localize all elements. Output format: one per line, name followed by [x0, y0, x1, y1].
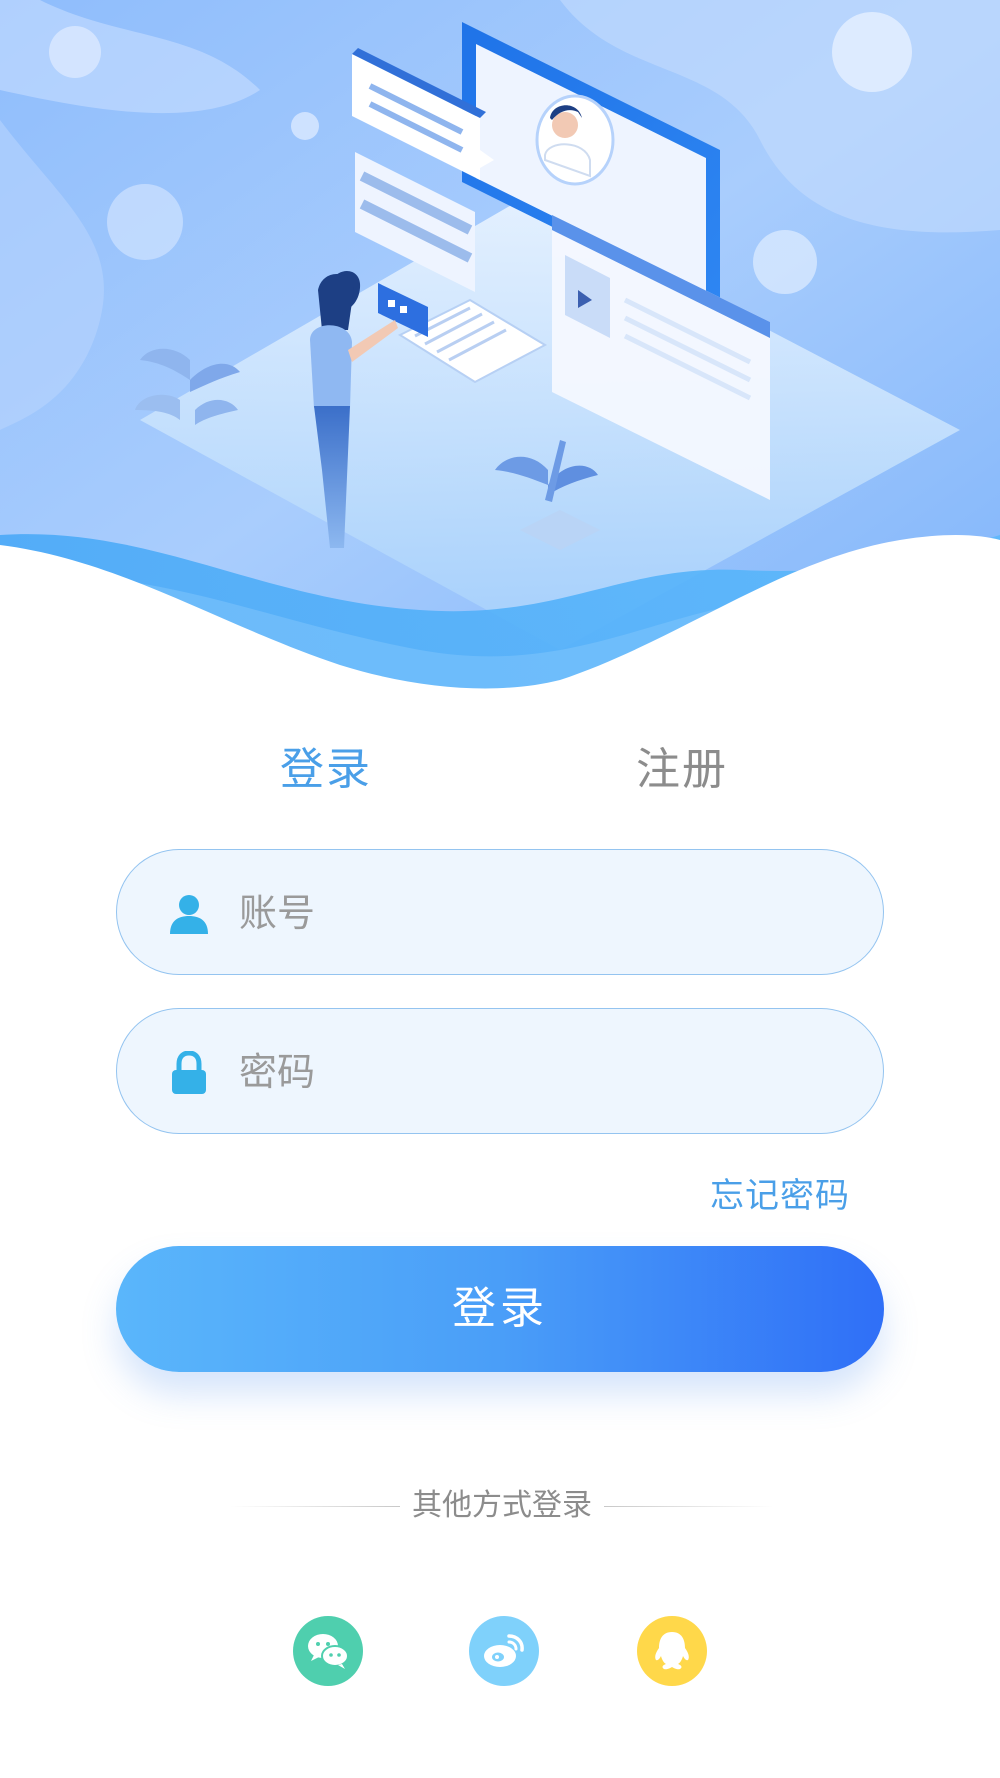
- qq-icon: [655, 1632, 689, 1670]
- login-page: 登录 注册 忘记密码 登录 其他方式登录: [0, 0, 1000, 1778]
- hero-illustration: [0, 0, 1000, 700]
- weibo-icon: [484, 1634, 524, 1667]
- divider-line-right: [604, 1506, 774, 1507]
- wechat-login-button[interactable]: [293, 1616, 363, 1686]
- account-input[interactable]: [237, 850, 841, 976]
- password-field[interactable]: [116, 1008, 884, 1135]
- divider-line-left: [230, 1506, 400, 1507]
- password-input[interactable]: [237, 1009, 841, 1135]
- other-login-label: 其他方式登录: [412, 1488, 592, 1523]
- login-button[interactable]: 登录: [116, 1246, 884, 1372]
- hero-illustration-art: [0, 0, 1000, 700]
- social-login-row: [0, 1616, 1000, 1688]
- wechat-icon: [308, 1634, 349, 1669]
- other-login-divider: 其他方式登录: [0, 1484, 1000, 1528]
- tab-login[interactable]: 登录: [280, 735, 372, 805]
- qq-login-button[interactable]: [637, 1616, 707, 1686]
- auth-tabs: 登录 注册: [0, 735, 1000, 805]
- lock-icon: [172, 1051, 206, 1094]
- account-field[interactable]: [116, 849, 884, 976]
- tab-register[interactable]: 注册: [636, 735, 728, 805]
- weibo-login-button[interactable]: [469, 1616, 539, 1686]
- user-icon: [170, 895, 208, 934]
- forgot-password-link[interactable]: 忘记密码: [710, 1168, 850, 1217]
